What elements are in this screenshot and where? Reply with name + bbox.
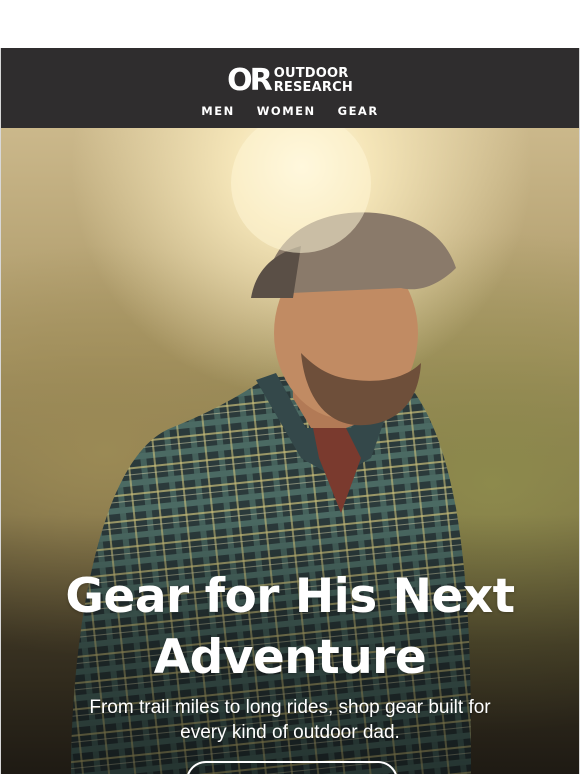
nav-item-gear[interactable]: GEAR [338,104,379,118]
brand-name-line1: OUTDOOR [273,66,349,81]
email-header: OR OUTDOOR RESEARCH MEN WOMEN GEAR [0,48,580,128]
brand-name-line2: RESEARCH [273,80,353,95]
brand-logo[interactable]: OR OUTDOOR RESEARCH [227,66,353,96]
nav-item-women[interactable]: WOMEN [257,104,316,118]
nav-item-men[interactable]: MEN [201,104,234,118]
hero-subtitle: From trail miles to long rides, shop gea… [89,697,491,743]
main-nav: MEN WOMEN GEAR [201,104,378,118]
brand-wordmark: OUTDOOR RESEARCH [274,67,353,95]
hero-title: Gear for His Next Adventure [65,569,515,685]
hero-banner[interactable]: Gear for His Next Adventure From trail m… [0,128,580,774]
top-spacer [0,0,580,48]
shop-cta-button[interactable] [186,761,398,774]
or-logo-mark: OR [227,63,273,98]
